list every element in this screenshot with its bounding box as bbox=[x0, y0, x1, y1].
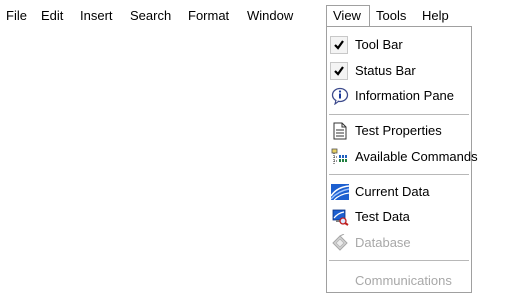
menu-item-label: Current Data bbox=[355, 184, 430, 199]
menu-edit[interactable]: Edit bbox=[35, 5, 69, 27]
menu-help[interactable]: Help bbox=[416, 5, 455, 27]
menu-item-label: Information Pane bbox=[355, 88, 455, 103]
menu-item-available-commands[interactable]: Available Commands bbox=[327, 145, 478, 169]
info-icon bbox=[331, 87, 349, 105]
menu-item-database[interactable]: Database bbox=[327, 231, 471, 255]
menu-bar: File Edit Insert Search Format Window Vi… bbox=[0, 5, 527, 27]
check-icon bbox=[330, 36, 348, 54]
command-tree-icon bbox=[331, 148, 349, 166]
menu-item-label: Test Data bbox=[355, 209, 410, 224]
menu-item-label: Communications bbox=[355, 273, 452, 288]
menu-separator bbox=[329, 114, 469, 115]
menu-item-information-pane[interactable]: Information Pane bbox=[327, 84, 471, 108]
document-icon bbox=[331, 122, 349, 140]
menu-tools[interactable]: Tools bbox=[370, 5, 412, 27]
menu-item-label: Tool Bar bbox=[355, 37, 403, 52]
menu-item-label: Available Commands bbox=[355, 149, 478, 164]
menu-item-test-properties[interactable]: Test Properties bbox=[327, 119, 471, 143]
menu-item-label: Test Properties bbox=[355, 123, 442, 138]
database-icon bbox=[331, 234, 349, 252]
menu-separator bbox=[329, 260, 469, 261]
view-dropdown-menu: Tool Bar Status Bar Information Pane Tes… bbox=[326, 26, 478, 293]
menu-file[interactable]: File bbox=[0, 5, 33, 27]
menu-item-test-data[interactable]: Test Data bbox=[327, 205, 471, 229]
menu-item-label: Status Bar bbox=[355, 63, 416, 78]
menu-item-status-bar[interactable]: Status Bar bbox=[327, 59, 471, 83]
menu-format[interactable]: Format bbox=[182, 5, 235, 27]
menu-insert[interactable]: Insert bbox=[74, 5, 119, 27]
menu-window[interactable]: Window bbox=[241, 5, 299, 27]
menu-item-current-data[interactable]: Current Data bbox=[327, 180, 471, 204]
check-icon bbox=[330, 62, 348, 80]
test-data-icon bbox=[331, 208, 349, 226]
menu-view[interactable]: View bbox=[326, 5, 370, 27]
menu-separator bbox=[329, 174, 469, 175]
menu-search[interactable]: Search bbox=[124, 5, 177, 27]
menu-item-label: Database bbox=[355, 235, 411, 250]
menu-item-tool-bar[interactable]: Tool Bar bbox=[327, 33, 471, 57]
current-data-icon bbox=[331, 183, 349, 201]
menu-item-communications[interactable]: Communications bbox=[327, 269, 471, 293]
